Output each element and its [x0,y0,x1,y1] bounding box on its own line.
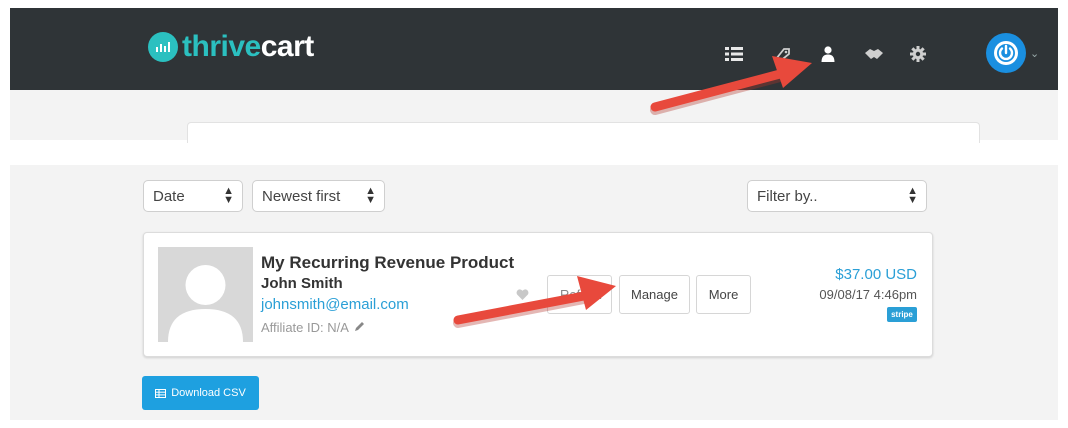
select-arrows-icon: ▲ ▼ [365,185,376,206]
sort-field-value: Date [153,187,185,205]
table-icon [155,388,167,398]
filter-select[interactable]: Filter by.. ▲ ▼ [747,180,927,212]
brand-name-part1: thrive [182,30,261,63]
edit-pencil-icon[interactable] [354,320,365,335]
download-csv-label: Download CSV [171,387,246,399]
affiliate-label: Affiliate ID: N/A [261,320,349,335]
affiliate-tag-icon[interactable] [772,44,792,64]
customer-avatar [158,247,253,342]
stripe-badge: stripe [887,307,917,322]
product-name: My Recurring Revenue Product [261,253,515,272]
panel-top [187,122,980,143]
download-csv-button[interactable]: Download CSV [142,376,259,410]
manage-button[interactable]: Manage [619,275,690,314]
affiliate-info: Affiliate ID: N/A [261,320,365,335]
list-icon[interactable] [724,44,744,64]
more-button[interactable]: More [696,275,751,314]
order-card: My Recurring Revenue Product John Smith … [143,232,933,357]
settings-gear-icon[interactable] [908,44,928,64]
customer-email-link[interactable]: johnsmith@email.com [261,296,409,313]
sort-field-select[interactable]: Date ▲ ▼ [143,180,243,212]
top-nav-bar: thrivecart ⌄ [10,8,1058,90]
user-icon[interactable] [818,44,838,64]
account-menu[interactable]: ⌄ [986,33,1046,73]
customer-name: John Smith [261,275,343,292]
select-arrows-icon: ▲ ▼ [907,185,918,206]
select-arrows-icon: ▲ ▼ [223,185,234,206]
filter-value: Filter by.. [757,187,818,205]
brand-name-part2: cart [260,30,315,63]
heart-icon[interactable] [516,288,529,306]
handshake-icon[interactable] [864,44,884,64]
power-icon[interactable] [986,33,1026,73]
order-price: $37.00 USD [835,266,917,283]
thrivecart-logo-icon [148,32,178,62]
order-date: 09/08/17 4:46pm [819,287,917,302]
sort-order-select[interactable]: Newest first ▲ ▼ [252,180,385,212]
chevron-down-icon[interactable]: ⌄ [1030,47,1039,60]
refund-button[interactable]: Refund [547,275,612,314]
sort-order-value: Newest first [262,187,341,205]
brand-logo[interactable]: thrivecart [148,30,314,64]
